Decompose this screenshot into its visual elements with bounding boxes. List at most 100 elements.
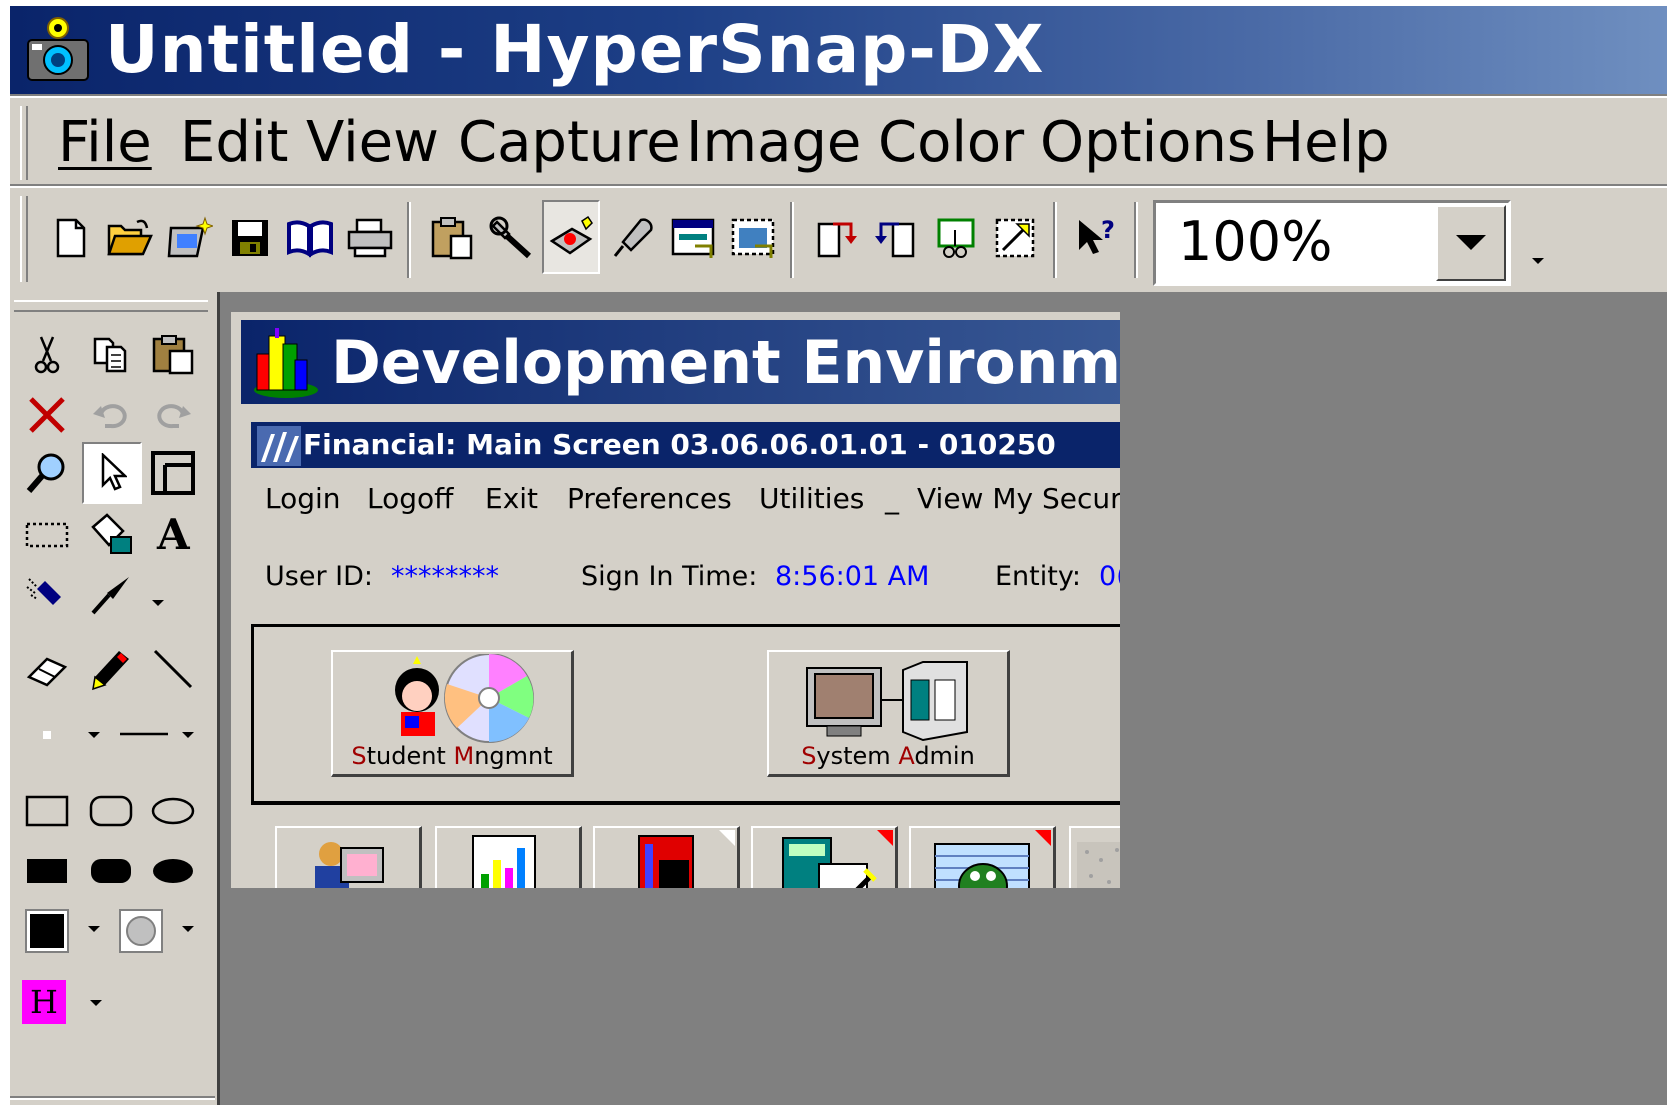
pencil-icon[interactable] [84,642,138,696]
palette-grip[interactable] [14,300,208,312]
user-id-label: User ID: [265,561,373,592]
ellipse-icon[interactable] [146,784,200,838]
menu-login[interactable]: Login [265,482,341,516]
system-admin-label: System Admin [801,742,975,770]
line-width-icon[interactable] [116,708,172,762]
red-corner-marker [877,830,893,846]
toolbar-separator [1134,202,1138,278]
paste-icon[interactable] [146,328,200,382]
menu-view[interactable]: View [306,110,439,176]
filled-ellipse-icon[interactable] [146,844,200,898]
student-mngmnt-button[interactable]: Student Mngmnt [331,650,574,777]
highlight-icon[interactable]: H [22,980,66,1024]
financial-titlebar: Financial: Main Screen 03.06.06.01.01 - … [251,422,1120,468]
save-icon[interactable] [222,210,278,266]
microphone-icon[interactable] [606,210,662,266]
delete-icon[interactable] [20,388,74,442]
partial-module-button[interactable] [1069,826,1120,888]
menu-exit[interactable]: Exit [485,482,538,516]
copy-icon[interactable] [84,328,138,382]
toolbar-separator [1053,202,1057,278]
select-pointer-icon[interactable] [82,442,142,504]
zoom-icon[interactable] [20,446,74,500]
line-icon[interactable] [146,642,200,696]
computer-server-icon [806,661,968,742]
chevron-down-icon[interactable] [182,926,194,932]
chevron-down-icon[interactable] [88,732,100,738]
selection-rect-icon[interactable] [20,508,74,562]
toolbar-grip[interactable] [20,196,28,282]
menu-view-my-security[interactable]: View My Securit [917,482,1120,516]
person-computer-button[interactable] [275,826,422,888]
chevron-down-icon[interactable] [152,600,164,606]
svg-text:?: ? [1101,216,1115,244]
palette-bottom-separator [10,1096,215,1100]
chevron-down-icon[interactable] [90,1000,102,1006]
menu-help[interactable]: Help [1262,110,1390,176]
menu-bar: File Edit View Capture Image Color Optio… [10,100,1667,184]
rotate-right-icon[interactable] [808,210,864,266]
book-icon[interactable] [282,210,338,266]
open-icon[interactable] [102,210,158,266]
foreground-color-icon[interactable] [20,904,74,958]
menu-options[interactable]: Options [1040,110,1256,176]
toolbar-separator [790,202,794,278]
hypersnap-window: Untitled - HyperSnap-DX File Edit View C… [10,6,1667,1105]
undo-icon[interactable] [84,388,138,442]
capture-icon[interactable] [542,200,600,274]
chevron-down-icon[interactable] [88,926,100,932]
menu-edit[interactable]: Edit [180,110,288,176]
tool-palette: A H [10,296,215,1105]
airbrush-icon[interactable] [20,568,74,622]
tools-icon[interactable] [484,210,540,266]
zoom-value: 100% [1178,210,1333,273]
dot-size-icon[interactable] [20,708,74,762]
zoom-combobox[interactable]: 100% [1153,200,1511,286]
captured-image[interactable]: Development Environme Financial: Main Sc… [231,312,1120,888]
redo-icon[interactable] [146,388,200,442]
hypersnap-camera-icon [27,17,89,81]
paste-icon[interactable] [424,210,480,266]
background-color-icon[interactable] [114,904,168,958]
print-icon[interactable] [342,210,398,266]
eraser-icon[interactable] [20,644,74,698]
text-icon[interactable]: A [146,506,200,560]
title-bar[interactable]: Untitled - HyperSnap-DX [10,6,1667,94]
menu-utilities[interactable]: Utilities [759,482,864,516]
filled-rounded-rect-icon[interactable] [84,844,138,898]
help-pointer-icon[interactable]: ? [1068,210,1124,266]
frog-notepad-button[interactable] [909,826,1056,888]
system-admin-button[interactable]: System Admin [767,650,1010,777]
frame-icon[interactable] [146,446,200,500]
region-capture-icon[interactable] [726,210,782,266]
menu-logoff[interactable]: Logoff [367,482,453,516]
window-capture-icon[interactable] [666,210,722,266]
bar-chart-button[interactable] [435,826,582,888]
white-corner-marker [719,830,735,846]
new-icon[interactable] [42,210,98,266]
menu-file[interactable]: File [58,110,152,176]
cut-icon[interactable] [20,328,74,382]
telephone-button[interactable] [593,826,740,888]
scan-icon[interactable] [162,210,218,266]
resize-icon[interactable] [988,210,1044,266]
rotate-left-icon[interactable] [868,210,924,266]
menu-capture[interactable]: Capture [458,110,681,176]
menu-image[interactable]: Image [686,110,861,176]
sign-in-time-label: Sign In Time: [581,561,758,592]
menu-color[interactable]: Color [878,110,1024,176]
rectangle-icon[interactable] [20,784,74,838]
filled-rect-icon[interactable] [20,844,74,898]
toolbar-overflow-icon[interactable] [1532,258,1544,264]
stamp-icon[interactable] [84,568,138,622]
fill-icon[interactable] [84,506,138,560]
menubar-grip[interactable] [20,106,28,180]
rounded-rect-icon[interactable] [84,784,138,838]
chevron-down-icon[interactable] [182,732,194,738]
crop-icon[interactable] [928,210,984,266]
calculator-button[interactable] [751,826,898,888]
chevron-down-icon[interactable] [1436,205,1506,281]
menu-preferences[interactable]: Preferences [567,482,732,516]
window-title: Untitled - HyperSnap-DX [105,11,1045,88]
entity-value: 0( [1099,561,1120,592]
